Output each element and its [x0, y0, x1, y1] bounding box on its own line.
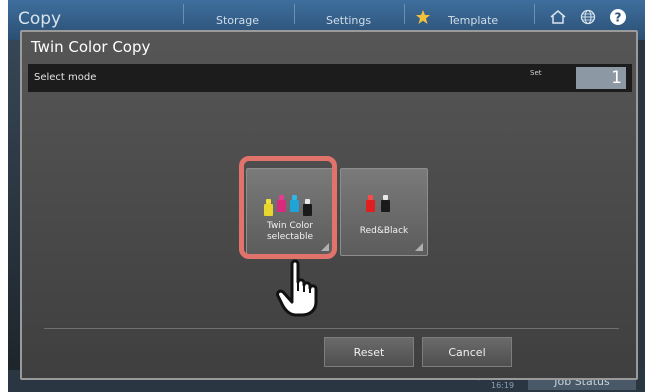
- tab-storage[interactable]: Storage: [216, 14, 259, 27]
- nav-separator: [404, 4, 405, 24]
- divider: [44, 328, 619, 329]
- cancel-button[interactable]: Cancel: [422, 337, 512, 367]
- home-icon[interactable]: [546, 5, 570, 29]
- corner-arrow-icon: [415, 243, 423, 251]
- selection-highlight: [239, 156, 337, 259]
- red-black-button[interactable]: Red&Black: [340, 168, 428, 256]
- nav-separator: [183, 4, 184, 24]
- option-label: Red&Black: [359, 226, 409, 236]
- time: 16:19: [491, 381, 515, 390]
- red-toner-icon: [366, 195, 375, 212]
- dialog-title: Twin Color Copy: [31, 38, 151, 56]
- select-mode-label: Select mode: [34, 72, 97, 83]
- select-mode-bar: Select mode Set 1: [28, 64, 632, 92]
- background-panel: [637, 40, 645, 392]
- globe-icon[interactable]: [576, 5, 600, 29]
- nav-separator: [534, 4, 535, 24]
- set-count-field[interactable]: 1: [576, 67, 626, 89]
- star-icon[interactable]: [411, 5, 435, 29]
- set-label: Set: [530, 69, 542, 77]
- tab-settings[interactable]: Settings: [326, 14, 371, 27]
- svg-text:?: ?: [615, 11, 622, 25]
- copier-screen: Copy Storage Settings Template ? 03/10/2…: [8, 0, 645, 392]
- help-icon[interactable]: ?: [606, 5, 630, 29]
- pointing-hand-icon: [274, 258, 322, 318]
- tab-template[interactable]: Template: [448, 14, 498, 27]
- nav-separator: [294, 4, 295, 24]
- app-title: Copy: [18, 9, 62, 29]
- black-toner-icon: [381, 195, 390, 212]
- reset-button[interactable]: Reset: [324, 337, 414, 367]
